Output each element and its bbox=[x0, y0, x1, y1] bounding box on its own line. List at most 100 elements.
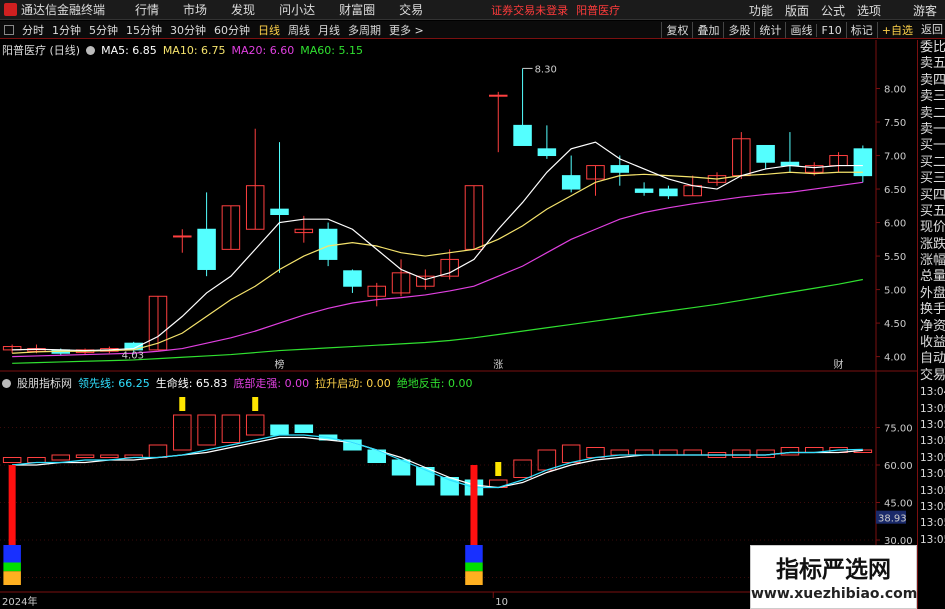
indicator-box-up bbox=[513, 459, 532, 478]
signal-block-green bbox=[3, 562, 21, 572]
side-panel-item[interactable]: 自动 bbox=[918, 351, 945, 367]
price-axis-label: 8.00 bbox=[884, 85, 906, 96]
candle-down bbox=[853, 148, 873, 177]
price-axis-label: 4.00 bbox=[884, 353, 906, 364]
low-price-label: 4.03 bbox=[122, 351, 144, 362]
indicator-box-up bbox=[780, 447, 800, 456]
indicator-box-up bbox=[197, 414, 216, 446]
date-label: 2024年 bbox=[2, 595, 37, 608]
side-panel-item[interactable]: 卖五 bbox=[918, 56, 945, 72]
indicator-legend: 股朋指标网 领先线: 66.25 生命线: 65.83 底部走强: 0.00 拉… bbox=[2, 375, 473, 391]
indicator-box-up bbox=[586, 447, 605, 458]
indicator-name: 股朋指标网 bbox=[17, 377, 72, 390]
candle-down bbox=[756, 144, 775, 163]
side-panel-item[interactable]: 卖四 bbox=[918, 73, 945, 89]
life-line-label: 生命线: 65.83 bbox=[155, 377, 228, 390]
watermark-logo: 指标严选网 www.xuezhibiao.com bbox=[750, 545, 917, 609]
candle-down bbox=[610, 165, 630, 173]
side-panel-item[interactable]: 净资 bbox=[918, 319, 945, 335]
lift-signal-mark bbox=[179, 397, 186, 411]
high-price-label: 8.30 bbox=[535, 64, 557, 75]
settings-dot-icon[interactable] bbox=[86, 45, 96, 55]
price-axis-label: 5.00 bbox=[884, 286, 906, 297]
indicator-box-up bbox=[100, 454, 119, 458]
indicator-box-down bbox=[294, 424, 314, 433]
ma60-label: MA60: 5.15 bbox=[300, 43, 363, 57]
side-panel-item[interactable]: 外盘 bbox=[918, 286, 945, 302]
indicator-axis-label: 60.00 bbox=[884, 461, 913, 472]
indicator-box-up bbox=[659, 449, 678, 456]
price-axis-label: 4.50 bbox=[884, 319, 906, 330]
indicator-box-up bbox=[2, 457, 22, 463]
candle-down bbox=[197, 228, 216, 270]
indicator-box-up bbox=[75, 454, 95, 458]
side-panel-item[interactable]: 买五 bbox=[918, 204, 945, 220]
signal-block-blue bbox=[465, 545, 483, 563]
side-panel-item[interactable]: 卖二 bbox=[918, 106, 945, 122]
event-tag: 财 bbox=[834, 358, 844, 371]
lift-signal-mark bbox=[495, 462, 502, 476]
candle-down bbox=[634, 188, 654, 193]
candle-down bbox=[270, 208, 289, 216]
side-panel-time: 13:05 bbox=[920, 517, 945, 530]
indicator-axis-label: 45.00 bbox=[884, 499, 913, 510]
candle-down bbox=[513, 124, 532, 146]
ma20-label: MA20: 6.60 bbox=[231, 43, 295, 57]
side-panel-item[interactable]: 换手 bbox=[918, 302, 945, 318]
date-label: 10 bbox=[495, 597, 508, 608]
indicator-current-value: 38.93 bbox=[878, 514, 907, 525]
side-panel-time: 13:05 bbox=[920, 435, 945, 448]
indicator-box-up bbox=[221, 414, 241, 443]
lead-line bbox=[12, 434, 863, 489]
event-tag: 榜 bbox=[275, 358, 285, 371]
quote-side-panel: 委比 卖五 卖四 卖三 卖二 卖一 买一 买二 买三 买四 买五 现价 涨跌 涨幅 总量 外盘 换手 净资 收益 自动… bbox=[917, 40, 945, 609]
side-panel-time: 13:04 bbox=[920, 386, 945, 399]
reversal-label: 绝地反击: 0.00 bbox=[396, 377, 473, 390]
ma10-line bbox=[12, 171, 863, 354]
side-panel-item[interactable]: 委比 bbox=[918, 40, 945, 56]
side-panel-item[interactable]: 交易 bbox=[918, 368, 945, 384]
stock-name: 阳普医疗 (日线) bbox=[2, 44, 81, 57]
side-panel-item[interactable]: 卖三 bbox=[918, 89, 945, 105]
indicator-box-up bbox=[245, 414, 265, 436]
price-chart[interactable]: 8.00 7.50 7.00 6.50 6.00 5.50 5.00 4.50 4.00 75.0… bbox=[0, 0, 917, 609]
side-panel-item[interactable]: 涨幅 bbox=[918, 253, 945, 269]
side-panel-item[interactable]: 买三 bbox=[918, 171, 945, 187]
candle-down bbox=[537, 148, 557, 157]
side-panel-item[interactable]: 买一 bbox=[918, 138, 945, 154]
indicator-box-up bbox=[610, 449, 630, 456]
signal-block-orange bbox=[465, 571, 483, 585]
reversal-signal-bar bbox=[470, 465, 478, 545]
candle-down bbox=[561, 175, 581, 190]
indicator-box-up bbox=[148, 444, 168, 458]
indicator-settings-icon[interactable] bbox=[2, 378, 11, 388]
side-panel-item[interactable]: 总量 bbox=[918, 269, 945, 285]
indicator-axis-label: 75.00 bbox=[884, 424, 913, 435]
candle-down bbox=[318, 228, 338, 260]
side-panel-time: 13:05 bbox=[920, 533, 945, 546]
side-panel-time: 13:05 bbox=[920, 500, 945, 513]
indicator-box-up bbox=[634, 449, 654, 456]
side-panel-item[interactable]: 卖一 bbox=[918, 122, 945, 138]
back-button[interactable]: 返回 bbox=[921, 21, 943, 39]
lead-line-label: 领先线: 66.25 bbox=[78, 377, 150, 390]
side-panel-time: 13:05 bbox=[920, 402, 945, 415]
signal-block-blue bbox=[3, 545, 21, 563]
side-panel-item[interactable]: 现价 bbox=[918, 220, 945, 236]
indicator-box-up bbox=[537, 449, 557, 471]
price-axis-label: 5.50 bbox=[884, 252, 906, 263]
event-tag: 涨 bbox=[493, 359, 503, 371]
signal-block-orange bbox=[3, 571, 21, 585]
side-panel-item[interactable]: 买二 bbox=[918, 155, 945, 171]
price-axis-label: 6.00 bbox=[884, 219, 906, 230]
lift-start-label: 拉升启动: 0.00 bbox=[315, 377, 391, 390]
candle-down bbox=[343, 270, 362, 287]
candle-up bbox=[173, 235, 192, 238]
price-axis-label: 7.00 bbox=[884, 152, 906, 163]
side-panel-item[interactable]: 买四 bbox=[918, 188, 945, 204]
reversal-signal-bar bbox=[8, 465, 16, 545]
indicator-box-up bbox=[27, 457, 46, 463]
side-panel-item[interactable]: 涨跌 bbox=[918, 237, 945, 253]
side-panel-item[interactable]: 收益 bbox=[918, 335, 945, 351]
bottom-strong-label: 底部走强: 0.00 bbox=[233, 377, 310, 390]
